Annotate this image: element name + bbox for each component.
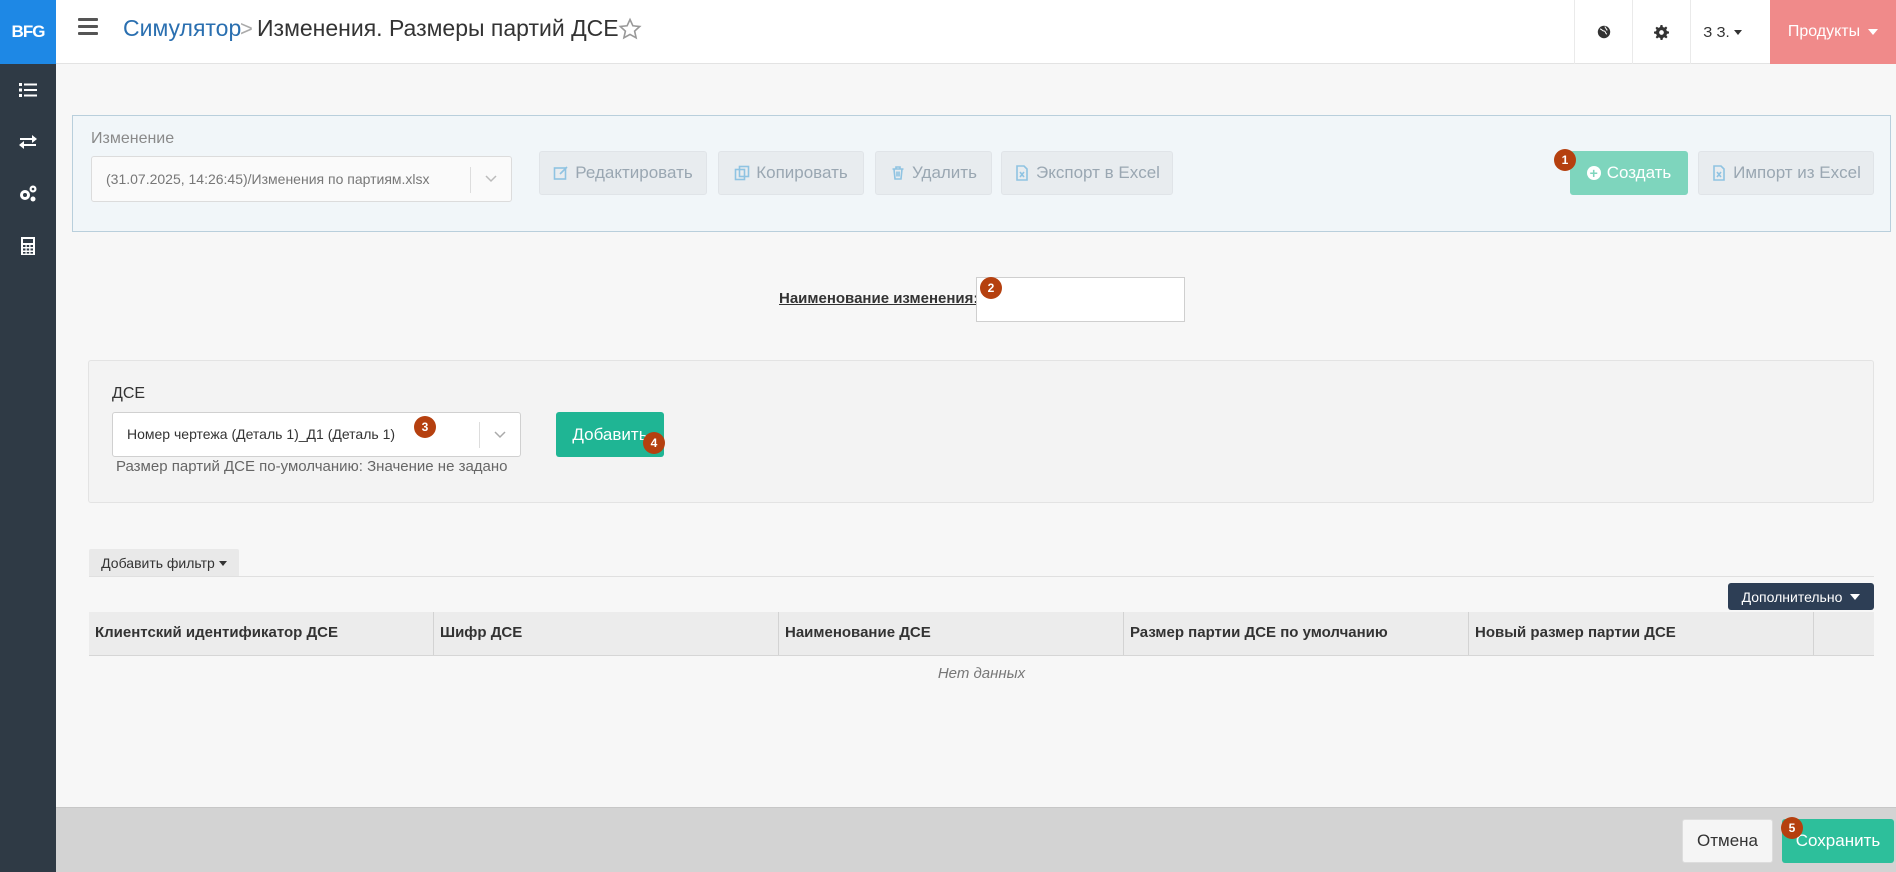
table-header: Клиентский идентификатор ДСЕ Шифр ДСЕ На… — [89, 612, 1874, 656]
trash-icon — [892, 166, 904, 180]
change-select[interactable]: (31.07.2025, 14:26:45)/Изменения по парт… — [91, 156, 512, 202]
dse-table: Клиентский идентификатор ДСЕ Шифр ДСЕ На… — [89, 612, 1874, 692]
chevron-down-icon — [1868, 29, 1879, 35]
create-button-label: Создать — [1606, 163, 1672, 182]
breadcrumb-separator: > — [240, 16, 253, 41]
menu-icon[interactable] — [78, 18, 98, 38]
add-filter-button[interactable]: Добавить фильтр — [89, 549, 239, 577]
copy-button[interactable]: Копировать — [718, 151, 864, 195]
column-header[interactable]: Размер партии ДСЕ по умолчанию — [1124, 612, 1469, 655]
dse-select-value: Номер чертежа (Деталь 1)_Д1 (Деталь 1) — [127, 426, 396, 442]
delete-button-label: Удалить — [912, 163, 977, 182]
list-icon — [19, 83, 37, 97]
chevron-down-icon — [494, 431, 506, 439]
chevron-down-icon — [1850, 593, 1861, 600]
sidebar-item-calculator[interactable] — [0, 220, 56, 272]
change-label: Изменение — [91, 130, 175, 147]
delete-button[interactable]: Удалить — [875, 151, 992, 195]
export-excel-label: Экспорт в Excel — [1036, 163, 1160, 182]
step-badge: 5 — [1781, 817, 1803, 839]
cancel-button[interactable]: Отмена — [1682, 819, 1773, 863]
column-header[interactable]: Клиентский идентификатор ДСЕ — [89, 612, 434, 655]
change-select-value: (31.07.2025, 14:26:45)/Изменения по парт… — [106, 171, 430, 187]
export-excel-button[interactable]: Экспорт в Excel — [1001, 151, 1173, 195]
settings-button[interactable] — [1632, 0, 1690, 64]
products-menu-button[interactable]: Продукты — [1770, 0, 1896, 64]
import-excel-label: Импорт из Excel — [1733, 163, 1861, 182]
user-menu[interactable]: З З. — [1690, 0, 1754, 64]
column-header-actions — [1814, 612, 1874, 655]
change-name-input[interactable] — [976, 277, 1185, 322]
top-bar: Симулятор > Изменения. Размеры партий ДС… — [56, 0, 1896, 64]
sidebar-item-transfer[interactable] — [0, 116, 56, 168]
step-badge: 2 — [980, 277, 1002, 299]
user-name: З З. — [1703, 23, 1730, 41]
excel-file-icon — [1016, 165, 1028, 181]
chevron-down-icon — [485, 175, 497, 183]
step-badge: 3 — [414, 416, 436, 438]
copy-icon — [734, 165, 750, 181]
chevron-down-icon — [218, 560, 227, 566]
more-options-button[interactable]: Дополнительно — [1728, 583, 1874, 610]
edit-button[interactable]: Редактировать — [539, 151, 707, 195]
edit-button-label: Редактировать — [575, 163, 693, 182]
sidebar-item-list[interactable] — [0, 64, 56, 116]
app-logo[interactable]: BFG — [0, 0, 56, 64]
chevron-down-icon — [1733, 29, 1742, 35]
excel-file-icon — [1713, 165, 1725, 181]
footer-bar: Отмена Сохранить — [56, 807, 1896, 872]
dse-panel: ДСЕ Номер чертежа (Деталь 1)_Д1 (Деталь … — [88, 360, 1874, 503]
create-button[interactable]: + Создать — [1570, 151, 1688, 195]
breadcrumb-simulator-link[interactable]: Симулятор — [123, 15, 241, 42]
favorite-star-icon[interactable] — [618, 17, 642, 41]
dse-label: ДСЕ — [112, 385, 146, 402]
products-label: Продукты — [1787, 23, 1861, 40]
column-header[interactable]: Новый размер партии ДСЕ — [1469, 612, 1814, 655]
transfer-icon — [19, 135, 37, 149]
table-empty-message: Нет данных — [937, 665, 1026, 682]
select-divider — [470, 167, 471, 193]
import-excel-button[interactable]: Импорт из Excel — [1698, 151, 1874, 195]
add-filter-label: Добавить фильтр — [101, 555, 215, 571]
more-options-label: Дополнительно — [1741, 588, 1843, 605]
dse-default-size-hint: Размер партий ДСЕ по-умолчанию: Значение… — [116, 458, 508, 475]
step-badge: 1 — [1554, 149, 1576, 171]
page-title: Изменения. Размеры партий ДСЕ — [257, 15, 619, 41]
change-toolbar-panel: Изменение (31.07.2025, 14:26:45)/Изменен… — [72, 115, 1891, 232]
change-name-label: Наименование изменения: — [779, 290, 979, 307]
globe-icon — [1597, 25, 1610, 39]
gear-icon — [1654, 24, 1669, 40]
language-button[interactable] — [1574, 0, 1632, 64]
filter-divider — [89, 576, 1874, 577]
column-header[interactable]: Наименование ДСЕ — [779, 612, 1124, 655]
calculator-icon — [21, 237, 35, 255]
sidebar-item-settings[interactable] — [0, 168, 56, 220]
copy-button-label: Копировать — [756, 163, 848, 182]
gears-icon — [20, 185, 37, 202]
plus-circle-icon: + — [1586, 166, 1601, 180]
select-divider — [479, 422, 480, 448]
edit-icon — [553, 166, 568, 180]
step-badge: 4 — [643, 432, 665, 454]
sidebar: BFG — [0, 0, 56, 872]
dse-select[interactable]: Номер чертежа (Деталь 1)_Д1 (Деталь 1) — [112, 412, 521, 457]
column-header[interactable]: Шифр ДСЕ — [434, 612, 779, 655]
